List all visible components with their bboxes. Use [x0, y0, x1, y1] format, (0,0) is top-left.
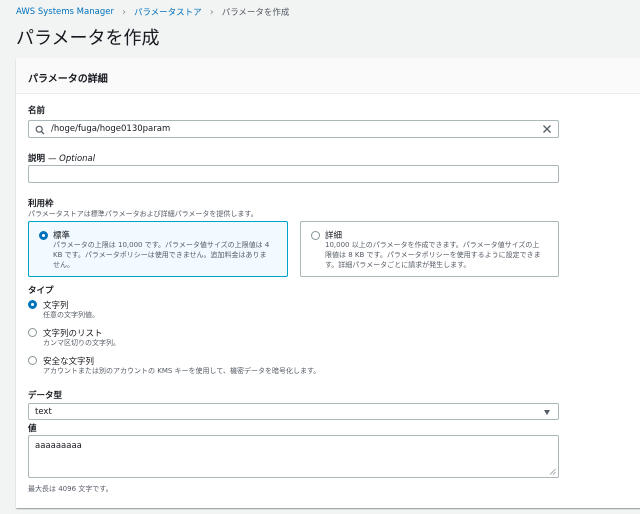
- name-label: 名前: [28, 106, 46, 116]
- tier-label: 利用枠: [28, 199, 54, 209]
- close-icon[interactable]: [542, 124, 552, 134]
- radio-string-list[interactable]: [28, 328, 37, 337]
- radio-advanced[interactable]: [311, 231, 320, 240]
- type-string-list-description: カンマ区切りの文字列。: [43, 339, 120, 347]
- name-input[interactable]: /hoge/fuga/hoge0130param: [28, 120, 559, 138]
- chevron-right-icon: ›: [121, 6, 126, 18]
- search-icon: [35, 125, 45, 135]
- tier-description: パラメータストアは標準パラメータおよび詳細パラメータを提供します。: [28, 210, 258, 218]
- description-input[interactable]: [28, 165, 559, 183]
- type-secure-string-description: アカウントまたは別のアカウントの KMS キーを使用して、機密データを暗号化しま…: [43, 367, 321, 375]
- radio-standard[interactable]: [39, 231, 48, 240]
- optional-text: — Optional: [47, 154, 96, 164]
- data-type-select[interactable]: text: [28, 403, 559, 420]
- description-label: 説明 — Optional: [28, 154, 96, 164]
- tier-standard-description: パラメータの上限は 10,000 です。パラメータ値サイズの上限値は 4 KB …: [53, 241, 270, 269]
- tier-option-advanced[interactable]: 詳細 10,000 以上のパラメータを作成できます。パラメータ値サイズの上 限値…: [300, 221, 559, 277]
- type-label: タイプ: [28, 286, 54, 296]
- name-input-value: /hoge/fuga/hoge0130param: [51, 124, 171, 134]
- value-text: aaaaaaaaa: [35, 441, 82, 451]
- radio-secure-string[interactable]: [28, 356, 37, 365]
- resize-handle-icon[interactable]: [549, 468, 556, 475]
- breadcrumb: AWS Systems Manager › パラメータストア › パラメータを作…: [16, 6, 290, 19]
- type-string-description: 任意の文字列値。: [43, 311, 99, 319]
- value-textarea[interactable]: aaaaaaaaa: [28, 435, 559, 478]
- tier-option-standard[interactable]: 標準 パラメータの上限は 10,000 です。パラメータ値サイズの上限値は 4 …: [28, 221, 288, 277]
- tier-advanced-description: 10,000 以上のパラメータを作成できます。パラメータ値サイズの上 限値は 8…: [325, 241, 541, 269]
- breadcrumb-parameter-store[interactable]: パラメータストア: [134, 6, 202, 18]
- parameter-details-panel: パラメータの詳細 名前 /hoge/fuga/hoge0130param 説明 …: [16, 58, 640, 508]
- data-type-label: データ型: [28, 391, 63, 401]
- caret-down-icon: [544, 410, 550, 415]
- value-label: 値: [28, 424, 37, 434]
- breadcrumb-systems-manager[interactable]: AWS Systems Manager: [16, 7, 114, 17]
- radio-string[interactable]: [28, 300, 37, 309]
- panel-title: パラメータの詳細: [16, 58, 640, 94]
- chevron-right-icon: ›: [209, 6, 214, 18]
- breadcrumb-current: パラメータを作成: [221, 8, 290, 18]
- data-type-value: text: [35, 406, 52, 417]
- value-hint: 最大長は 4096 文字です。: [28, 485, 113, 493]
- page-title: パラメータを作成: [16, 28, 160, 49]
